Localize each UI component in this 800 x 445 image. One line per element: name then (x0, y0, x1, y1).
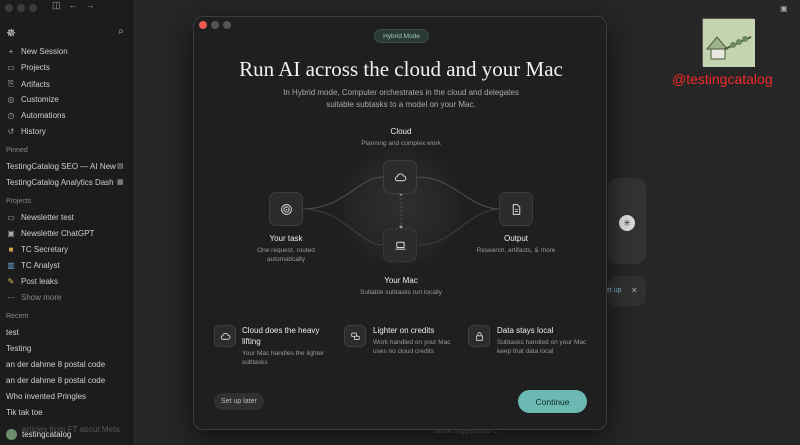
recent-item[interactable]: an der dahme 8 postal code (6, 360, 133, 369)
feature-desc: Work handled on your Mac uses no cloud c… (373, 339, 451, 355)
feature-icon (468, 325, 490, 347)
mac-node (383, 228, 417, 262)
cloud-icon (220, 332, 230, 340)
feature-title: Data stays local (497, 326, 554, 335)
project-item[interactable]: ▣ Newsletter ChatGPT (6, 229, 94, 238)
nav-automations[interactable]: ◷ Automations (6, 111, 66, 120)
dial-icon[interactable]: ✳ (619, 215, 635, 231)
recent-item[interactable]: Testing (6, 344, 133, 353)
project-label: TC Analyst (21, 261, 60, 270)
hybrid-mode-dialog: Hybrid Mode Run AI across the cloud and … (193, 16, 607, 430)
project-item[interactable]: ▭ Newsletter test (6, 213, 74, 222)
laptop-icon (395, 241, 405, 250)
recent-item[interactable]: Who invented Pringles (6, 392, 133, 401)
setup-later-button[interactable]: Set up later (214, 393, 264, 410)
nav-artifacts[interactable]: ⎘ Artifacts (6, 79, 50, 89)
feature-title: Lighter on credits (373, 326, 435, 335)
ellipsis-icon: ⋯ (7, 293, 15, 302)
cloud-label: Cloud (390, 127, 412, 136)
search-icon[interactable]: ⌕ (118, 26, 124, 37)
cloud-node (383, 160, 417, 194)
pinned-heading: Pinned (6, 147, 28, 154)
lock-icon (475, 331, 483, 341)
mac-sublabel: Suitable subtasks run locally (359, 289, 442, 296)
nav-label: Customize (21, 95, 59, 104)
avatar (6, 429, 17, 440)
nav-customize[interactable]: ◎ Customize (6, 95, 59, 104)
sidebar: ◫ ← → ✵ ⌕ + New Session ▭ Projects ⎘ Artifact… (0, 0, 135, 445)
mac-label: Your Mac (384, 276, 418, 285)
project-label: TC Secretary (21, 245, 69, 254)
user-profile[interactable]: testingcatalog (6, 429, 71, 440)
output-label: Output (503, 234, 528, 243)
watermark-text: @testingcatalog (672, 71, 773, 87)
recent-item[interactable]: Tik tak toe (6, 408, 133, 417)
project-label: Newsletter test (21, 213, 74, 222)
setup-link[interactable]: et up (606, 287, 622, 294)
window-icon[interactable]: ▣ (780, 4, 788, 13)
nav-label: New Session (21, 47, 68, 56)
artifact-icon: ⎘ (7, 79, 15, 88)
task-label: Your task (269, 234, 303, 243)
sidebar-toggle-icon[interactable]: ◫ (52, 0, 61, 10)
close-icon[interactable]: ✕ (631, 286, 638, 295)
nav-history[interactable]: ↺ History (6, 127, 46, 136)
project-label: Post leaks (21, 277, 58, 286)
cloud-icon (394, 172, 406, 181)
project-item[interactable]: ■ TC Secretary (6, 245, 69, 254)
target-icon (280, 203, 292, 215)
projects-heading: Projects (6, 198, 32, 205)
history-icon: ↺ (7, 127, 15, 136)
continue-button[interactable]: Continue (518, 390, 587, 413)
back-arrow-icon[interactable]: ← (69, 0, 78, 10)
nav-label: Artifacts (21, 79, 50, 89)
feature-desc: Your Mac handles the lighter subtasks (242, 350, 325, 366)
nav-label: History (21, 127, 46, 136)
document-icon: ▤ (117, 163, 124, 170)
document-icon (512, 203, 520, 215)
folder-icon: ▭ (7, 63, 15, 72)
pinned-item[interactable]: TestingCatalog Analytics Dash (6, 178, 116, 187)
project-label: Show more (21, 293, 62, 302)
app-logo-icon[interactable]: ✵ (6, 26, 16, 40)
nav-projects[interactable]: ▭ Projects (6, 63, 50, 72)
task-node (269, 192, 303, 226)
project-item[interactable]: ✎ Post leaks (6, 277, 58, 286)
chart-icon: ▥ (7, 261, 15, 270)
feature-title: Cloud does the heavy lifting (242, 326, 320, 346)
show-more-link[interactable]: ⋯ Show more (6, 293, 61, 302)
window-minimize-dot[interactable] (17, 4, 25, 12)
window-zoom-dot[interactable] (29, 4, 37, 12)
watermark-logo (702, 18, 755, 67)
coins-icon (350, 332, 360, 340)
recent-item[interactable]: test (6, 328, 133, 337)
pinned-item[interactable]: TestingCatalog SEO — AI News (6, 162, 116, 171)
briefcase-icon: ■ (8, 245, 14, 254)
forward-arrow-icon[interactable]: → (86, 0, 95, 10)
window-close-dot[interactable] (5, 4, 13, 12)
sidebar-toolbar: ◫ ← → (52, 0, 103, 11)
recent-heading: Recent (6, 313, 29, 320)
feature-icon (214, 325, 236, 347)
pencil-icon: ✎ (7, 277, 15, 286)
nav-label: Projects (21, 63, 50, 72)
feature-icon (344, 325, 366, 347)
customize-icon: ◎ (7, 95, 15, 104)
feature-desc: Subtasks handled on your Mac keep that d… (497, 339, 587, 355)
user-name: testingcatalog (22, 430, 72, 439)
project-label: Newsletter ChatGPT (21, 229, 95, 238)
output-sublabel: Research, artifacts, & more (476, 247, 556, 254)
plus-icon: + (8, 47, 14, 56)
nav-new-session[interactable]: + New Session (6, 47, 68, 56)
output-node (499, 192, 533, 226)
cloud-sublabel: Planning and complex work (361, 140, 441, 147)
folder-icon: ▭ (7, 213, 15, 222)
recent-item[interactable]: an der dahme 8 postal code (6, 376, 133, 385)
nav-label: Automations (21, 111, 66, 120)
task-sublabel: One request, routed automatically (257, 247, 315, 263)
book-icon: ▣ (7, 229, 15, 238)
clock-icon: ◷ (7, 111, 15, 120)
dashboard-icon: ▦ (117, 179, 124, 186)
project-item[interactable]: ▥ TC Analyst (6, 261, 60, 270)
